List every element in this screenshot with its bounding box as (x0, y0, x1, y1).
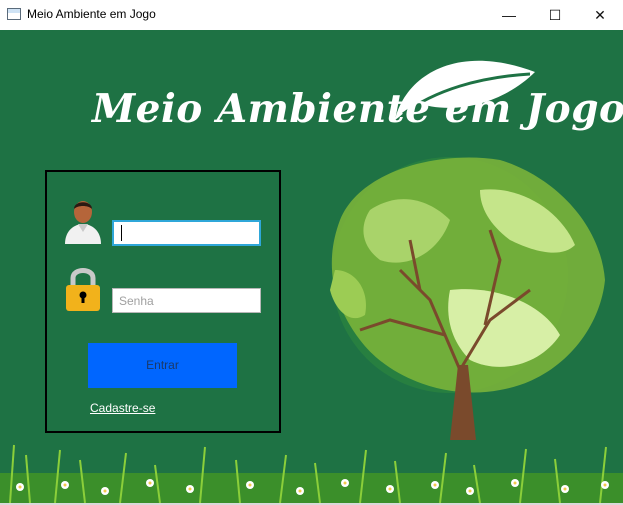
minimize-button[interactable]: — (486, 0, 532, 30)
banner-title: Meio Ambiente em Jogo (92, 86, 623, 132)
window-title: Meio Ambiente em Jogo (27, 7, 156, 21)
close-button[interactable]: ✕ (577, 0, 623, 30)
banner: Meio Ambiente em Jogo (0, 30, 623, 150)
app-content: Meio Ambiente em Jogo Entrar Cadastre-se (0, 30, 623, 503)
user-avatar-icon (65, 201, 101, 244)
login-button[interactable]: Entrar (88, 343, 237, 388)
maximize-button[interactable]: ☐ (532, 0, 578, 30)
window-titlebar[interactable]: Meio Ambiente em Jogo — ☐ ✕ (0, 0, 623, 30)
flower-grass-decoration (0, 444, 623, 503)
padlock-icon (66, 268, 100, 311)
app-window-icon (7, 8, 21, 20)
username-field[interactable] (112, 220, 261, 246)
signup-link[interactable]: Cadastre-se (90, 401, 155, 415)
globe-tree-illustration (330, 157, 605, 440)
password-field[interactable] (112, 288, 261, 313)
login-panel: Entrar Cadastre-se (45, 170, 281, 433)
text-cursor (121, 225, 122, 241)
